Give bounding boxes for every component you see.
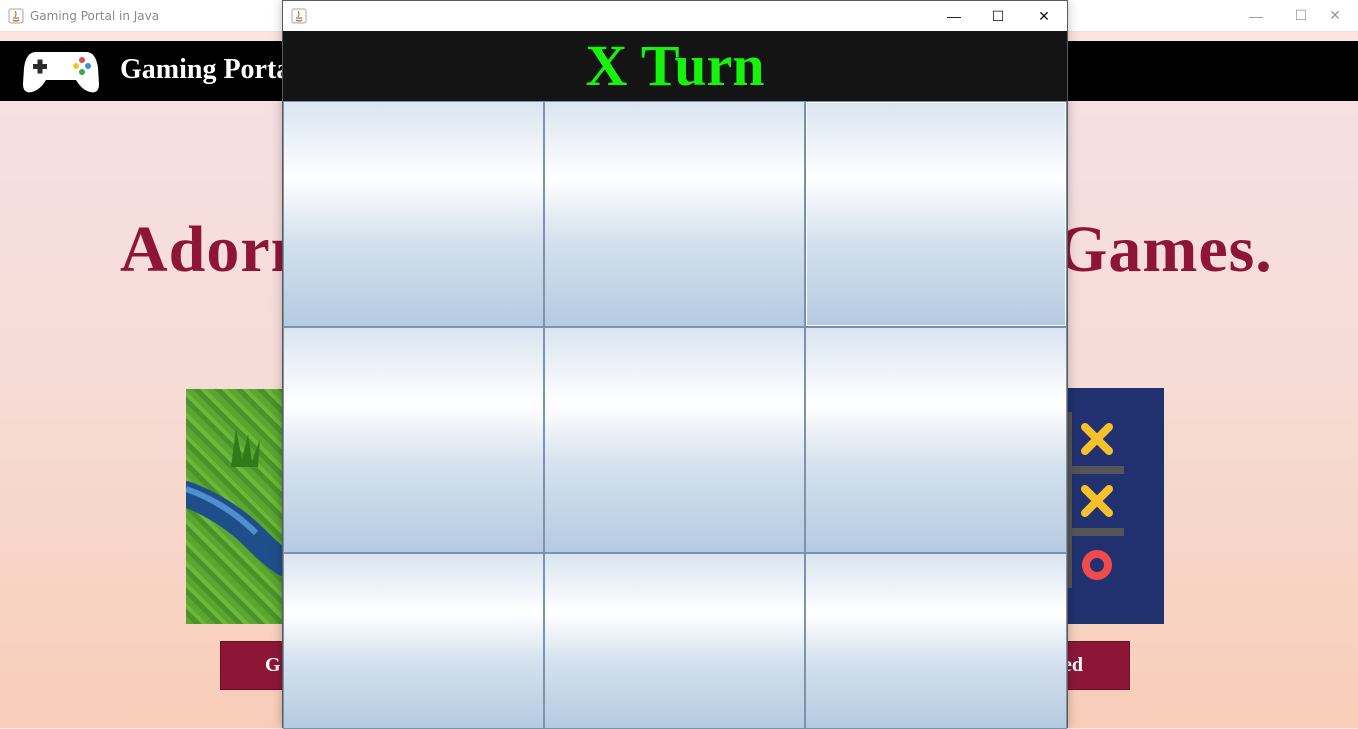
tictactoe-board	[283, 101, 1067, 729]
tictactoe-game-thumbnail[interactable]	[1066, 388, 1164, 624]
turn-indicator-text: X Turn	[585, 33, 765, 98]
main-window-title: Gaming Portal in Java	[30, 8, 160, 23]
tictactoe-window: — ☐ ✕ X Turn	[282, 0, 1068, 729]
board-cell-3[interactable]	[805, 101, 1067, 327]
board-cell-1[interactable]	[283, 101, 544, 327]
game-minimize-button[interactable]: —	[931, 1, 977, 31]
hero-heading-right: Games.	[1056, 213, 1273, 286]
tictactoe-image	[1066, 412, 1124, 588]
game-window-titlebar: — ☐ ✕	[283, 1, 1067, 31]
snake-game-thumbnail[interactable]	[186, 389, 286, 624]
java-icon	[291, 8, 307, 24]
snake-image	[186, 429, 286, 577]
gamepad-logo-icon	[23, 52, 99, 93]
board-cell-5[interactable]	[544, 327, 805, 553]
play-tictactoe-button[interactable]: ed	[1066, 641, 1130, 690]
board-cell-6[interactable]	[805, 327, 1067, 553]
main-minimize-button[interactable]: —	[1233, 0, 1279, 31]
portal-header-title: Gaming Portal	[120, 54, 299, 85]
game-close-button[interactable]: ✕	[1021, 1, 1067, 31]
board-cell-2[interactable]	[544, 101, 805, 327]
turn-indicator-bar: X Turn	[283, 31, 1067, 101]
board-cell-9[interactable]	[805, 553, 1067, 729]
main-close-button[interactable]: ✕	[1312, 0, 1358, 31]
board-cell-8[interactable]	[544, 553, 805, 729]
board-cell-7[interactable]	[283, 553, 544, 729]
hero-heading-left: Adorn	[120, 213, 309, 286]
java-icon	[8, 8, 24, 23]
board-cell-4[interactable]	[283, 327, 544, 553]
game-maximize-button[interactable]: ☐	[975, 1, 1021, 31]
play-snake-button[interactable]: G	[220, 641, 290, 690]
